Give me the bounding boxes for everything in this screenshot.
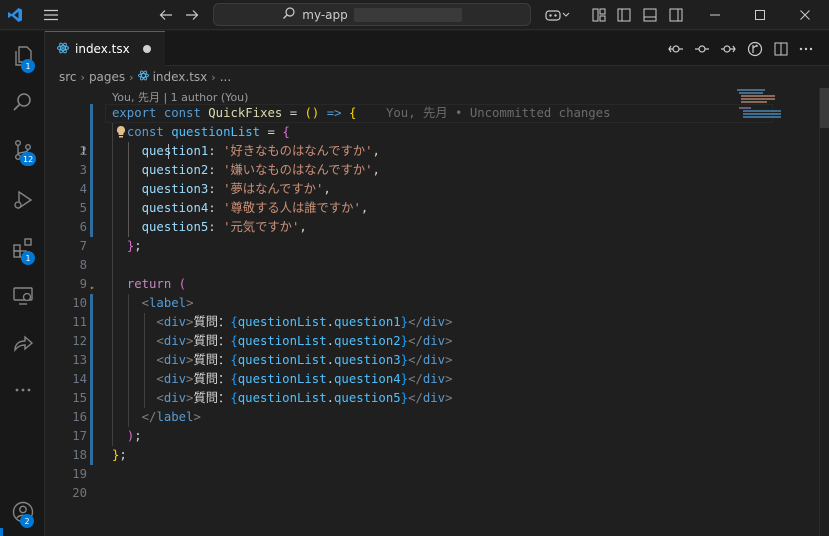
source-control-button[interactable]: 12 — [0, 127, 45, 173]
react-file-icon — [57, 42, 69, 57]
tab-bar: index.tsx — [45, 31, 829, 66]
search-text: my-app — [302, 7, 348, 22]
unsaved-dot-icon[interactable] — [143, 45, 151, 53]
code-line[interactable]: 2 const questionList = { — [45, 123, 829, 158]
code-line[interactable]: 13 <div>質問：{questionList.question2}</div… — [45, 332, 829, 367]
search-icon — [282, 6, 296, 23]
live-share-button[interactable] — [0, 321, 45, 367]
gitlens-icon[interactable] — [744, 31, 766, 66]
remote-explorer-button[interactable] — [0, 273, 45, 319]
search-icon — [12, 93, 31, 111]
codelens-authors[interactable]: You, 先月 | 1 author (You) — [112, 89, 248, 105]
extensions-badge: 1 — [21, 251, 35, 265]
code-line[interactable]: 14 <div>質問：{questionList.question3}</div… — [45, 351, 829, 386]
menu-icon[interactable] — [40, 0, 62, 30]
sidebar-right-icon[interactable] — [667, 0, 685, 30]
code-line[interactable]: 15 <div>質問：{questionList.question4}</div… — [45, 370, 829, 405]
breadcrumb-file[interactable]: index.tsx — [153, 70, 208, 84]
code-line[interactable]: 18 ); — [45, 427, 829, 462]
minimize-icon[interactable] — [700, 0, 730, 30]
code-line[interactable]: 10 ▸ return ( — [45, 275, 829, 310]
git-next-icon[interactable] — [717, 31, 739, 66]
maximize-icon[interactable] — [745, 0, 775, 30]
accounts-button[interactable]: 2 — [0, 489, 45, 535]
debug-icon — [13, 190, 32, 210]
code-line[interactable]: 17 </label> — [45, 408, 829, 443]
live-share-icon — [13, 335, 33, 353]
extensions-button[interactable]: 1 — [0, 225, 45, 271]
breadcrumb: src › pages › index.tsx › ... — [45, 66, 829, 88]
chevron-right-icon: › — [211, 70, 216, 84]
tab-label: index.tsx — [75, 42, 130, 56]
chevron-right-icon: › — [129, 70, 134, 84]
command-center-search[interactable]: my-app — [213, 3, 531, 26]
code-line[interactable]: 11 <label> — [45, 294, 829, 329]
accounts-badge: 2 — [20, 514, 34, 528]
more-button[interactable] — [0, 367, 45, 413]
close-icon[interactable] — [790, 0, 820, 30]
search-button[interactable] — [0, 79, 45, 125]
remote-explorer-icon — [12, 287, 33, 305]
redacted-area — [353, 7, 462, 22]
activity-bar: 1 12 1 2 — [0, 31, 45, 536]
git-blame-annotation: You, 先月 • Uncommitted changes — [386, 106, 611, 120]
explorer-badge: 1 — [21, 59, 35, 73]
code-line[interactable]: 8 }; — [45, 237, 829, 272]
more-icon — [15, 388, 30, 392]
explorer-button[interactable]: 1 — [0, 33, 45, 79]
code-line[interactable]: 16 <div>質問：{questionList.question5}</div… — [45, 389, 829, 424]
sidebar-left-icon[interactable] — [615, 0, 633, 30]
git-commit-icon[interactable] — [691, 31, 713, 66]
react-file-icon — [137, 70, 149, 84]
code-line[interactable]: 6 question4: '尊敬する人は誰ですか', — [45, 199, 829, 234]
vscode-logo-icon[interactable] — [6, 0, 24, 30]
git-compare-icon[interactable] — [665, 31, 687, 66]
more-actions-icon[interactable] — [795, 31, 817, 66]
status-indicator — [0, 528, 3, 536]
code-line[interactable]: 7 question5: '元気ですか', — [45, 218, 829, 253]
code-line[interactable]: 5 question3: '夢はなんですか', — [45, 180, 829, 215]
code-line[interactable]: 20 — [45, 465, 829, 500]
split-editor-icon[interactable] — [770, 31, 792, 66]
code-line[interactable]: 4 question2: '嫌いなものはなんですか', — [45, 161, 829, 196]
arrow-right-icon[interactable] — [182, 0, 202, 30]
scrollbar-thumb[interactable] — [820, 88, 829, 128]
code-line[interactable]: 19 }; — [45, 446, 829, 481]
layout-icon[interactable] — [590, 0, 608, 30]
code-editor[interactable]: You, 先月 | 1 author (You) 1 export const … — [45, 88, 829, 536]
source-control-badge: 12 — [20, 152, 37, 166]
run-debug-button[interactable] — [0, 177, 45, 223]
vertical-scrollbar[interactable] — [819, 88, 829, 536]
code-line[interactable]: 12 <div>質問：{questionList.question1}</div… — [45, 313, 829, 348]
code-line[interactable]: 3 question1: '好きなものはなんですか', — [45, 142, 829, 177]
breadcrumb-src[interactable]: src — [59, 70, 77, 84]
breadcrumb-pages[interactable]: pages — [89, 70, 125, 84]
minimap[interactable] — [735, 88, 815, 128]
copilot-icon[interactable] — [543, 0, 573, 30]
panel-icon[interactable] — [641, 0, 659, 30]
tab-index-tsx[interactable]: index.tsx — [45, 31, 165, 66]
code-line[interactable]: 9 — [45, 256, 829, 291]
title-bar: my-app — [0, 0, 829, 30]
arrow-left-icon[interactable] — [156, 0, 176, 30]
chevron-right-icon: › — [80, 70, 85, 84]
breadcrumb-symbol[interactable]: ... — [220, 70, 231, 84]
code-lines: 1 export const QuickFixes = () => { You,… — [45, 104, 829, 500]
code-line[interactable]: 1 export const QuickFixes = () => { You,… — [45, 104, 829, 158]
